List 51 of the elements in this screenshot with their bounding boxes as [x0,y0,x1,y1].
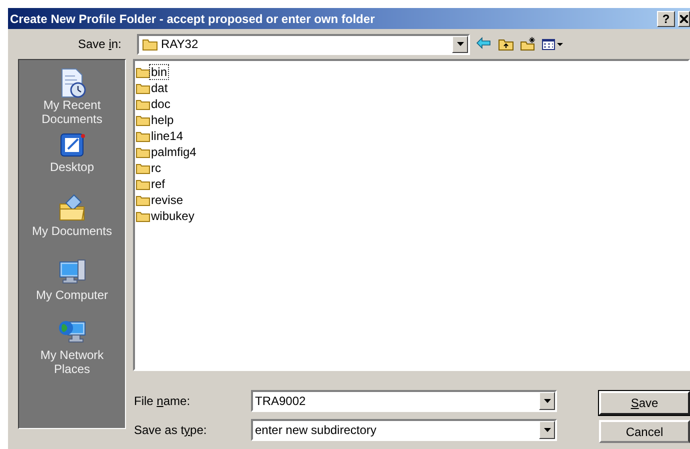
folder-icon [136,66,150,78]
help-button[interactable]: ? [657,10,675,26]
folder-name[interactable]: help [150,113,175,127]
dialog-button[interactable]: Cancel [599,420,690,443]
window-title: Create New Profile Folder - accept proposed or enter own folder [10,10,376,28]
caret-icon [456,42,464,46]
folder-name[interactable]: ref [150,177,166,191]
folder-icon [136,210,150,222]
back-arrow-icon[interactable] [476,37,492,51]
folder-icon [136,146,150,158]
folder-icon [136,82,150,94]
places-item[interactable]: My Recent Documents [22,66,122,126]
save-as-type-value: enter new subdirectory [255,422,378,439]
close-button[interactable] [678,10,690,26]
folder-name[interactable]: dat [150,81,169,95]
folder-name[interactable]: revise [150,193,184,207]
dropdown-button[interactable] [539,421,555,439]
file-name-label: File name: [134,393,192,410]
places-item[interactable]: Desktop [22,128,122,174]
dialog-button[interactable]: Save [599,391,690,415]
file-name-field[interactable]: TRA9002 [251,390,557,412]
save-in-value: RAY32 [161,36,200,53]
close-icon [680,14,688,22]
places-item[interactable]: My Network Places [22,316,122,376]
folder-icon [136,178,150,190]
dropdown-button[interactable] [539,392,555,410]
save-as-type-label: Save as type: [134,422,208,439]
save-in-dropdown[interactable]: RAY32 [137,34,470,54]
folder-name[interactable]: wibukey [150,209,196,223]
folder-icon [136,114,150,126]
folder-name[interactable]: palmfig4 [150,145,198,159]
save-in-label: Save in: [78,36,122,53]
caret-icon [544,399,550,403]
folder-name[interactable]: line14 [150,129,184,143]
views-menu-icon[interactable] [542,37,564,51]
folder-icon [136,98,150,110]
folder-icon [136,194,150,206]
caret-icon [544,428,550,432]
folder-icon [142,38,158,50]
dropdown-button[interactable] [452,36,468,52]
folder-icon [136,162,150,174]
folder-up-icon[interactable] [498,37,514,51]
folder-name[interactable]: doc [150,97,172,111]
places-item[interactable]: My Computer [22,256,122,302]
file-name-value: TRA9002 [255,393,307,410]
save-as-type-dropdown[interactable]: enter new subdirectory [251,419,557,441]
folder-icon [136,130,150,142]
places-item[interactable]: My Documents [22,192,122,238]
folder-name[interactable]: rc [150,161,162,175]
new-folder-icon[interactable] [520,37,536,51]
folder-name[interactable]: bin [150,65,168,79]
